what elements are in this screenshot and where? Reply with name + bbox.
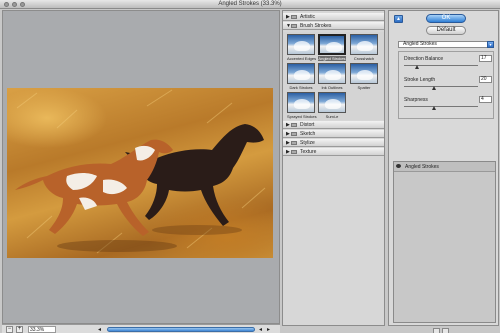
filter-caption: Ink Outlines xyxy=(321,85,343,90)
param-value-input[interactable]: 17 xyxy=(479,55,492,62)
folder-icon xyxy=(291,123,297,127)
param-slider-knob[interactable] xyxy=(431,106,436,110)
param-slider-knob[interactable] xyxy=(431,86,436,90)
folder-icon xyxy=(291,132,297,136)
effect-layers-list: Angled Strokes xyxy=(393,161,496,323)
folder-label: Texture xyxy=(300,149,317,155)
folder-label: Sketch xyxy=(300,131,316,137)
filter-caption: Crosshatch xyxy=(353,56,375,61)
layer-buttons xyxy=(433,328,449,333)
param-direction-balance: Direction Balance 17 xyxy=(404,55,492,72)
filter-preview-image xyxy=(318,34,346,55)
zoom-in-button[interactable]: + xyxy=(16,326,23,333)
filter-thumb-sumi-e[interactable]: Sumi-e xyxy=(318,92,346,120)
filter-thumb-accented-edges[interactable]: Accented Edges xyxy=(287,34,317,62)
disclosure-right-icon: ▶ xyxy=(286,122,290,128)
filter-preview-image xyxy=(287,63,315,84)
folder-icon xyxy=(291,150,297,154)
folder-sketch[interactable]: ▶ Sketch xyxy=(283,130,384,138)
param-stroke-length: Stroke Length 20 xyxy=(404,76,492,93)
folder-artistic[interactable]: ▶ Artistic xyxy=(283,13,384,21)
folder-brush-strokes[interactable]: ▼ Brush Strokes xyxy=(283,22,384,30)
filter-preview-image xyxy=(350,63,378,84)
param-value-input[interactable]: 4 xyxy=(479,96,492,103)
filter-caption: Sumi-e xyxy=(325,114,339,119)
preview-zoom-bar: − + 33.3% ◂ ◂ ▸ xyxy=(2,324,280,333)
param-value-input[interactable]: 20 xyxy=(479,76,492,83)
preview-image xyxy=(7,88,273,258)
zoom-out-button[interactable]: − xyxy=(6,326,13,333)
scroll-left-arrow-icon[interactable]: ◂ xyxy=(259,326,262,333)
filter-thumb-dark-strokes[interactable]: Dark Strokes xyxy=(287,63,315,91)
default-button[interactable]: Default xyxy=(426,26,466,35)
filter-gallery: ▶ Artistic ▼ Brush Strokes Accented Edge… xyxy=(282,10,385,326)
folder-label: Stylize xyxy=(300,140,315,146)
param-slider-knob[interactable] xyxy=(414,65,419,69)
filter-caption: Angled Strokes xyxy=(318,56,346,61)
window-titlebar: Angled Strokes (33.3%) xyxy=(0,0,500,9)
filter-preview-image xyxy=(350,34,378,55)
paint-horse xyxy=(15,139,173,236)
filter-preview-image xyxy=(318,92,346,113)
filter-thumb-ink-outlines[interactable]: Ink Outlines xyxy=(318,63,346,91)
filter-preview-image xyxy=(287,34,315,55)
collapse-gallery-button[interactable]: ▲ xyxy=(394,15,403,23)
folder-texture[interactable]: ▶ Texture xyxy=(283,148,384,156)
folder-icon xyxy=(291,24,297,28)
disclosure-right-icon: ▶ xyxy=(286,131,290,137)
filter-select[interactable]: Angled Strokes ▾ xyxy=(398,41,494,48)
filter-parameters: Direction Balance 17 Stroke Length 20 Sh… xyxy=(398,51,494,119)
filter-preview-image xyxy=(287,92,315,113)
eye-icon[interactable] xyxy=(396,164,401,168)
effect-layer-row[interactable]: Angled Strokes xyxy=(394,162,495,172)
image-preview[interactable] xyxy=(2,10,280,324)
scroll-left-icon[interactable]: ◂ xyxy=(98,326,101,333)
param-label: Stroke Length xyxy=(404,77,436,83)
filter-thumbnails: Accented Edges Angled Strokes Crosshatch… xyxy=(283,32,384,120)
disclosure-right-icon: ▶ xyxy=(286,14,290,20)
param-sharpness: Sharpness 4 xyxy=(404,96,492,113)
folder-label: Artistic xyxy=(300,14,315,20)
folder-distort[interactable]: ▶ Distort xyxy=(283,121,384,129)
filter-settings-panel: ▲ OK Default Angled Strokes ▾ Direction … xyxy=(388,10,499,333)
new-effect-layer-icon[interactable] xyxy=(433,328,440,333)
horses-illustration xyxy=(15,89,266,254)
folder-icon xyxy=(291,15,297,19)
filter-thumb-sprayed-strokes[interactable]: Sprayed Strokes xyxy=(287,92,317,120)
trash-icon[interactable] xyxy=(442,328,449,333)
filter-select-value: Angled Strokes xyxy=(403,41,437,47)
filter-caption: Sprayed Strokes xyxy=(287,114,317,119)
folder-label: Brush Strokes xyxy=(300,23,332,29)
folder-icon xyxy=(291,141,297,145)
filter-thumb-spatter[interactable]: Spatter xyxy=(350,63,378,91)
filter-preview-image xyxy=(318,63,346,84)
folder-label: Distort xyxy=(300,122,315,128)
filter-caption: Dark Strokes xyxy=(289,85,313,90)
param-slider-track[interactable] xyxy=(404,86,478,87)
filter-thumb-angled-strokes[interactable]: Angled Strokes xyxy=(318,34,346,62)
param-label: Direction Balance xyxy=(404,56,444,62)
scroll-right-arrow-icon[interactable]: ▸ xyxy=(267,326,270,333)
param-slider-track[interactable] xyxy=(404,106,478,107)
ok-button[interactable]: OK xyxy=(426,14,466,23)
folder-stylize[interactable]: ▶ Stylize xyxy=(283,139,384,147)
disclosure-right-icon: ▶ xyxy=(286,140,290,146)
horizontal-scrollbar[interactable] xyxy=(107,327,255,332)
chevron-down-icon: ▾ xyxy=(487,41,494,48)
filter-thumb-crosshatch[interactable]: Crosshatch xyxy=(350,34,378,62)
param-label: Sharpness xyxy=(404,97,428,103)
zoom-level-select[interactable]: 33.3% xyxy=(28,326,56,333)
filter-caption: Accented Edges xyxy=(287,56,317,61)
window-title: Angled Strokes (33.3%) xyxy=(218,1,282,7)
filter-caption: Spatter xyxy=(357,85,371,90)
disclosure-right-icon: ▶ xyxy=(286,149,290,155)
effect-layer-label: Angled Strokes xyxy=(405,164,439,170)
